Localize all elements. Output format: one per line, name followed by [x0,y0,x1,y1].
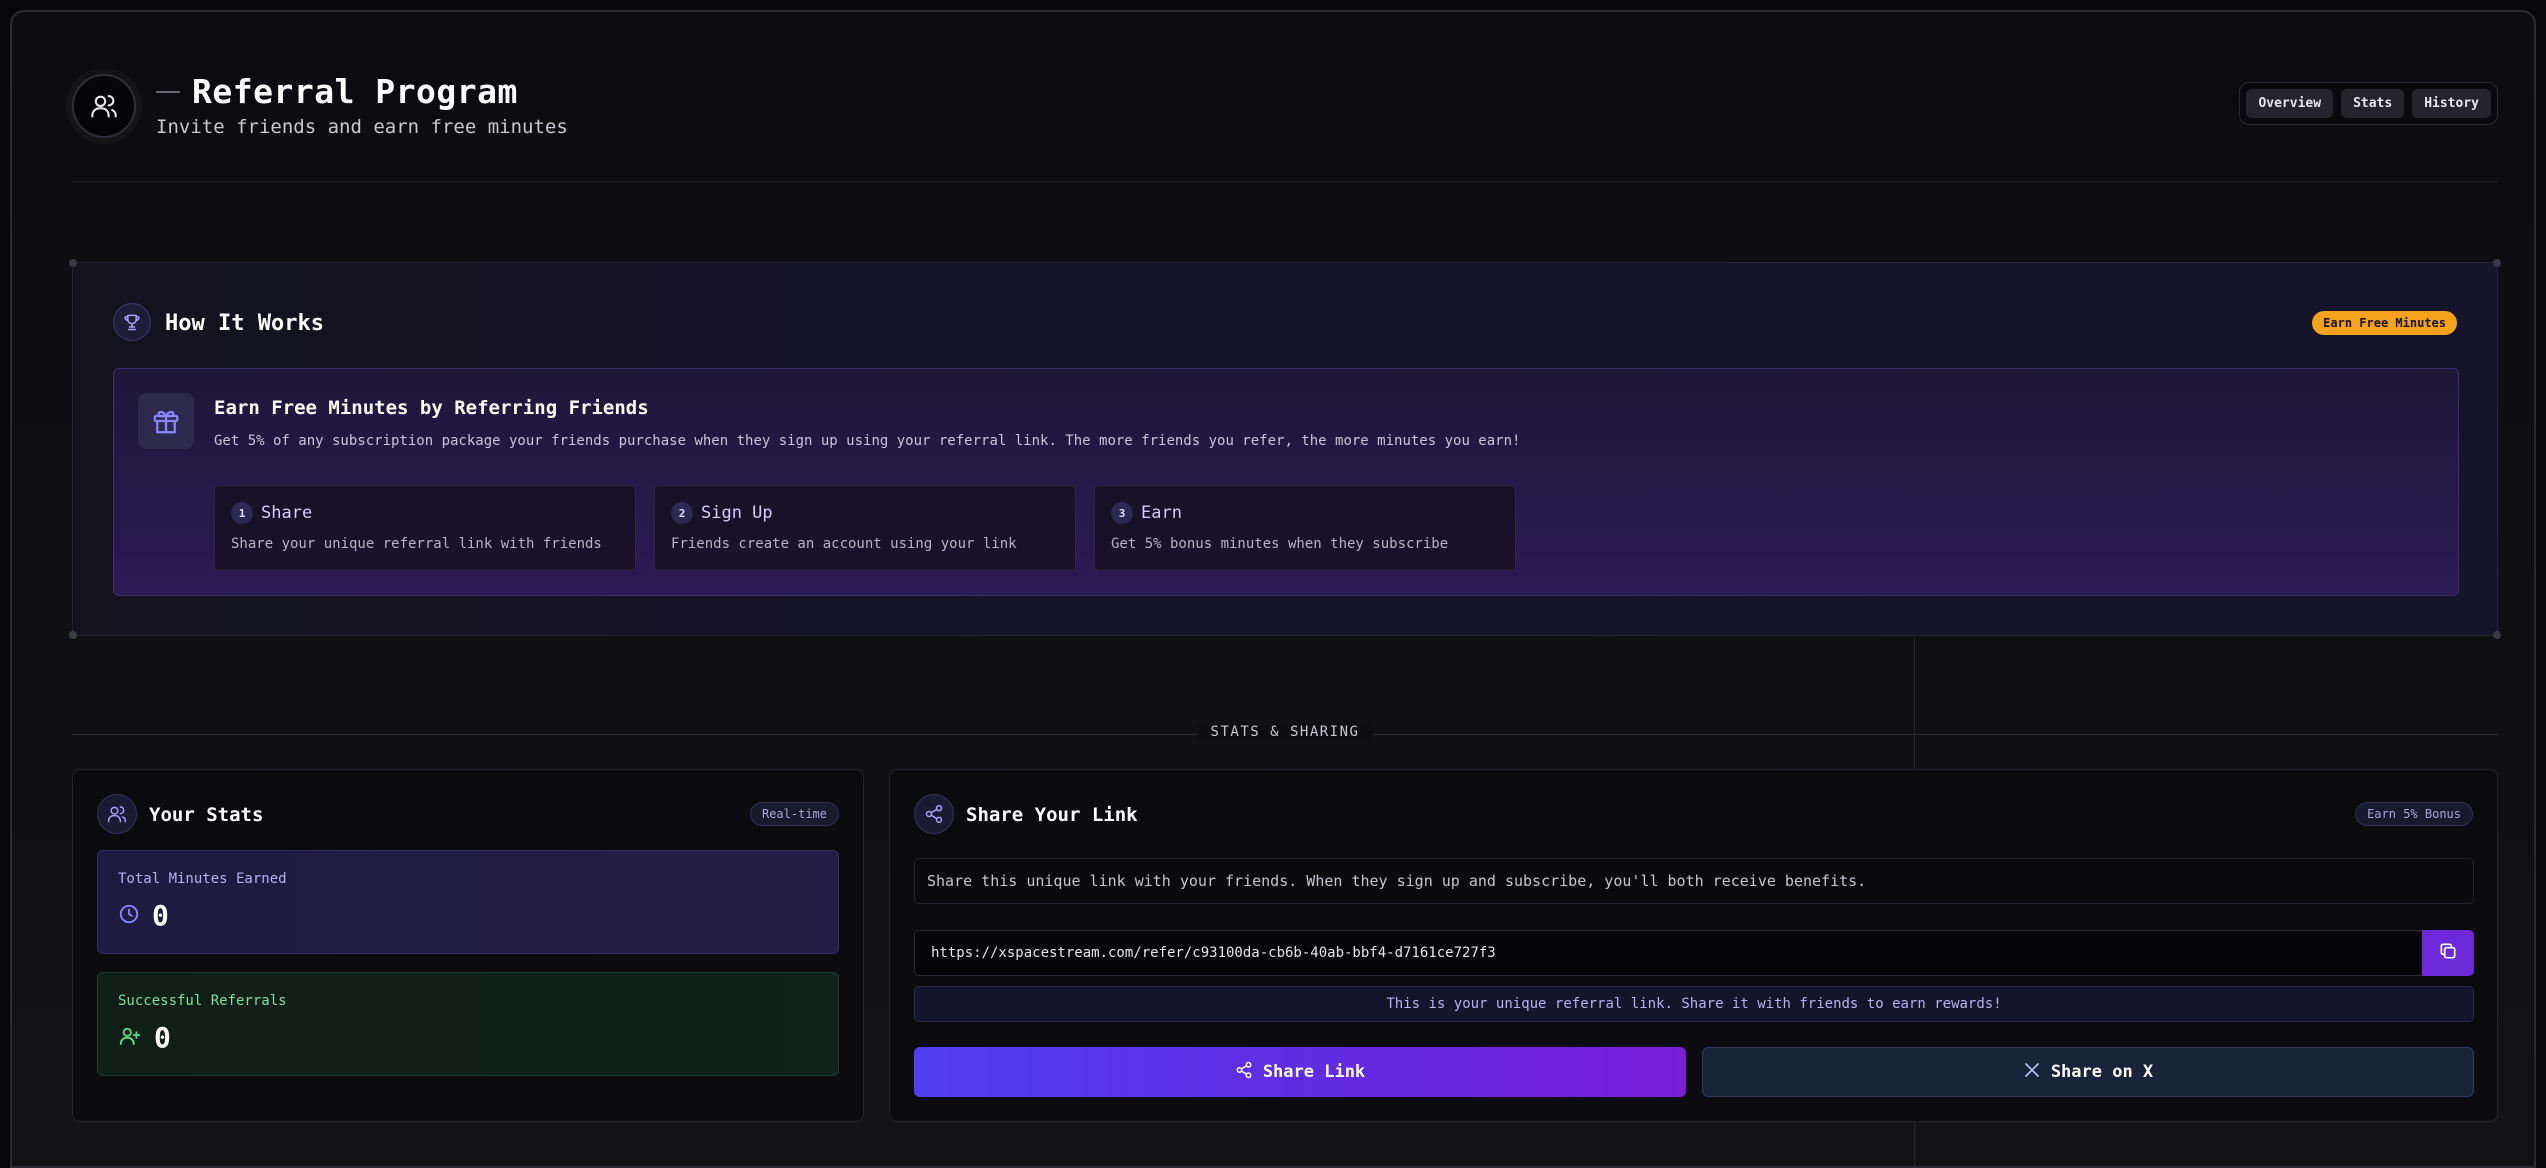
tab-stats[interactable]: Stats [2341,89,2405,118]
corner-dot [69,259,77,267]
share-on-x-button[interactable]: Share on X [1702,1047,2474,1097]
share-link-label: Share Link [1262,1062,1366,1082]
step-description: Friends create an account using your lin… [671,536,1017,552]
section-label-container: STATS & SHARING [12,724,2534,740]
app-frame: Referral Program Invite friends and earn… [10,10,2536,1168]
page-subtitle: Invite friends and earn free minutes [156,116,568,138]
total-minutes-label: Total Minutes Earned [118,871,287,887]
step-title: Sign Up [701,503,773,523]
earn-info-panel: Earn Free Minutes by Referring Friends G… [113,368,2459,596]
step-description: Share your unique referral link with fri… [231,536,602,552]
step-description: Get 5% bonus minutes when they subscribe [1111,536,1449,552]
step-title: Share [261,503,313,523]
earn-description: Get 5% of any subscription package your … [214,433,1521,449]
earn-bonus-badge: Earn 5% Bonus [2355,802,2473,826]
successful-referrals-stat: Successful Referrals 0 [97,972,839,1076]
referral-url-input[interactable] [914,930,2422,976]
users-icon [72,74,136,138]
share-icon [914,794,954,834]
tab-history[interactable]: History [2412,89,2491,118]
step-sign-up: 2 Sign Up Friends create an account usin… [654,485,1076,571]
share-description: Share this unique link with your friends… [914,858,2474,904]
copy-icon [2438,941,2458,965]
step-title: Earn [1141,503,1182,523]
earn-title: Earn Free Minutes by Referring Friends [214,397,649,419]
share-buttons: Share Link Share on X [914,1047,2474,1097]
real-time-badge: Real-time [749,802,839,826]
page-title: Referral Program [192,72,518,111]
successful-referrals-value: 0 [154,1021,171,1054]
x-logo-icon [2023,1061,2041,1084]
corner-dot [2493,631,2501,639]
total-minutes-stat: Total Minutes Earned 0 [97,850,839,954]
total-minutes-value: 0 [152,899,169,932]
how-it-works-card: How It Works Earn Free Minutes Earn Free… [69,259,2501,639]
share-link-card: Share Your Link Earn 5% Bonus Share this… [889,769,2498,1122]
share-icon [1235,1061,1253,1084]
section-label: STATS & SHARING [1196,724,1374,740]
users-icon [97,794,137,834]
step-earn: 3 Earn Get 5% bonus minutes when they su… [1094,485,1516,571]
corner-dot [2493,259,2501,267]
trophy-icon [113,303,151,341]
title-row: Referral Program [156,72,518,111]
your-stats-title: Your Stats [149,804,264,826]
successful-referrals-label: Successful Referrals [118,993,287,1009]
referral-url-row [914,930,2474,976]
how-it-works-title: How It Works [165,311,324,336]
share-link-title: Share Your Link [966,804,1138,826]
earn-free-minutes-badge: Earn Free Minutes [2312,311,2457,335]
clock-icon [118,903,140,929]
step-number: 1 [231,502,253,524]
step-share: 1 Share Share your unique referral link … [214,485,636,571]
your-stats-card: Your Stats Real-time Total Minutes Earne… [72,769,864,1122]
step-number: 3 [1111,502,1133,524]
user-plus-icon [118,1025,142,1051]
steps-list: 1 Share Share your unique referral link … [214,485,1516,571]
share-link-button[interactable]: Share Link [914,1047,1686,1097]
title-dash [156,90,180,93]
page-header: Referral Program Invite friends and earn… [72,72,2498,182]
tab-overview[interactable]: Overview [2246,89,2334,118]
gift-icon [138,393,194,449]
share-on-x-label: Share on X [2050,1062,2154,1082]
referral-link-note: This is your unique referral link. Share… [914,986,2474,1022]
copy-button[interactable] [2422,930,2474,976]
step-number: 2 [671,502,693,524]
corner-dot [69,631,77,639]
nav-tabs: Overview Stats History [2239,82,2498,125]
